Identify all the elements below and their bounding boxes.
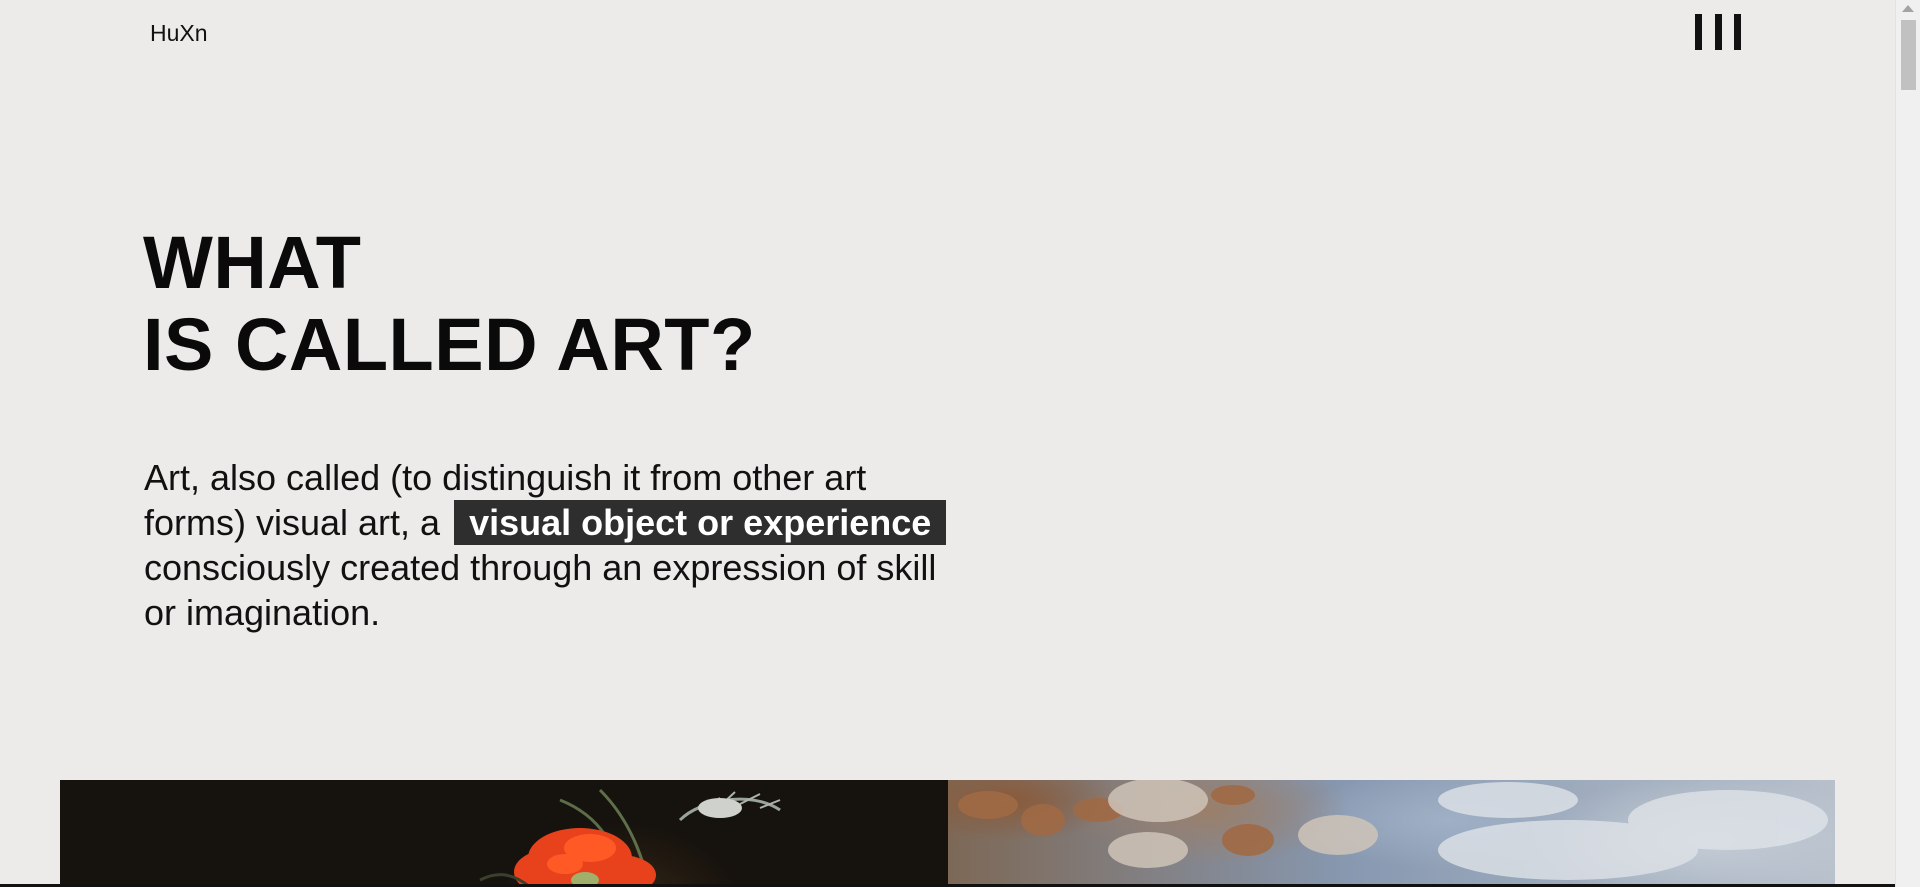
highlighted-phrase: visual object or experience (454, 500, 947, 545)
title-line-1: WHAT (143, 221, 362, 304)
page: HuXn WHAT IS CALLED ART? Art, also calle… (0, 0, 1920, 887)
vertical-scrollbar[interactable] (1895, 0, 1920, 887)
page-title: WHAT IS CALLED ART? (143, 222, 756, 386)
flower-painting-art (479, 788, 781, 887)
menu-bar (1734, 14, 1741, 50)
flower-painting-image (60, 780, 948, 887)
menu-bars-icon[interactable] (1693, 14, 1743, 50)
sky-painting-image (947, 780, 1835, 887)
sky-painting-art (957, 780, 1828, 880)
scroll-up-arrow-icon[interactable] (1902, 5, 1914, 12)
menu-bar (1695, 14, 1702, 50)
scrollbar-thumb[interactable] (1901, 20, 1916, 90)
logo-link[interactable]: HuXn (150, 20, 208, 47)
art-gallery (60, 780, 1835, 887)
menu-bar (1714, 14, 1722, 50)
intro-text-end: consciously created through an expressio… (144, 547, 937, 633)
title-line-2: IS CALLED ART? (143, 303, 756, 386)
intro-paragraph: Art, also called (to distinguish it from… (144, 455, 954, 635)
